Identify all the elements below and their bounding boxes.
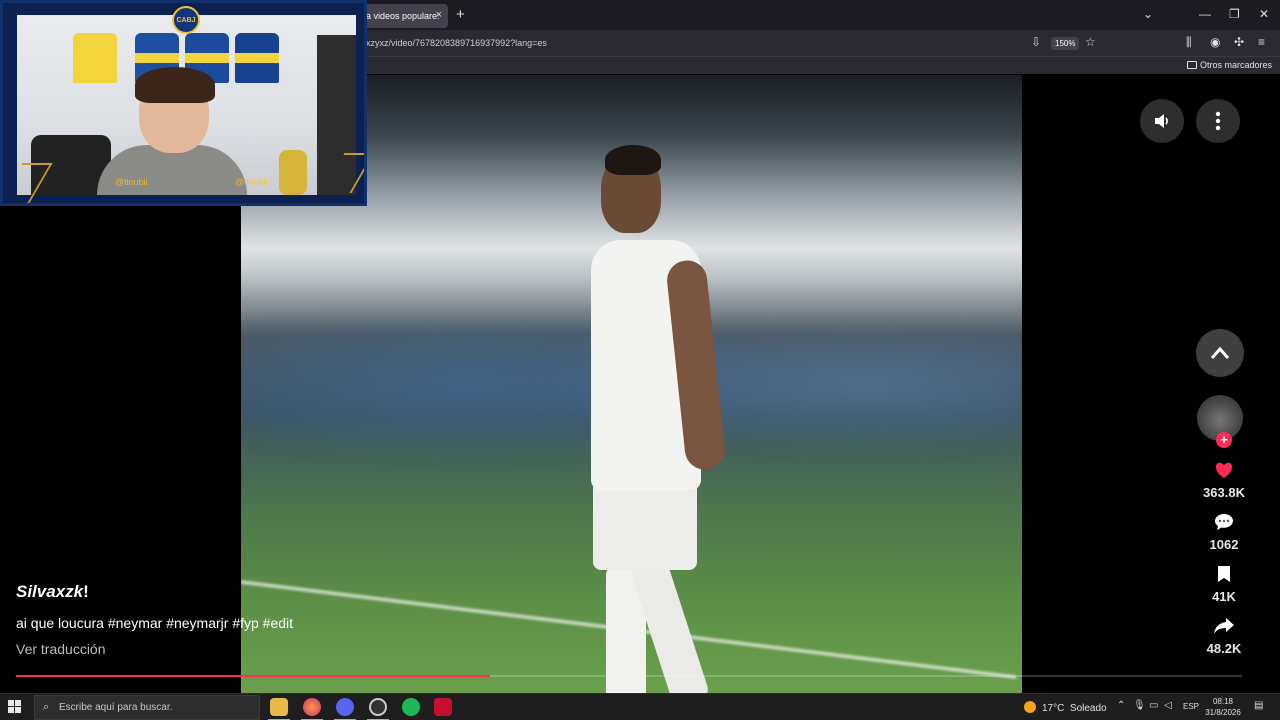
social-handle-tiktok: @tinubii xyxy=(235,177,268,187)
author-name[interactable]: Silvaxzk! xyxy=(16,582,89,602)
address-bar[interactable]: xzyxz/video/7678208389716937992?lang=es xyxy=(366,38,547,48)
system-clock[interactable]: 08:18 31/8/2026 xyxy=(1200,696,1246,718)
jersey-yellow xyxy=(73,33,117,83)
folder-icon xyxy=(1186,61,1197,69)
video-description: ai que loucura #neymar #neymarjr #fyp #e… xyxy=(16,615,294,631)
tray-chevron-up-icon[interactable]: ⌃ xyxy=(1117,700,1125,711)
previous-video-button[interactable] xyxy=(1196,329,1244,377)
minimize-button[interactable]: — xyxy=(1199,7,1211,21)
spotify-icon[interactable] xyxy=(402,698,420,716)
more-options-button[interactable] xyxy=(1196,99,1240,143)
video-progress-bar[interactable] xyxy=(16,675,1242,677)
tab-list-chevron-icon[interactable]: ⌄ xyxy=(1143,7,1153,21)
close-window-button[interactable]: ✕ xyxy=(1259,7,1269,21)
player-hair xyxy=(605,145,661,175)
like-action[interactable]: 363.8K xyxy=(1198,459,1250,500)
discord-icon[interactable] xyxy=(336,698,354,716)
screen: a videos populare: × + ⌄ — ❐ ✕ xzyxz/vid… xyxy=(0,0,1280,720)
taskbar-search-box[interactable]: ⌕ Escribe aquí para buscar. xyxy=(34,695,260,720)
webcam-bottle xyxy=(279,150,307,195)
windows-start-icon[interactable] xyxy=(8,700,22,714)
video-progress-fill xyxy=(16,675,491,677)
chevron-up-icon xyxy=(1210,346,1230,359)
jersey-blue-3 xyxy=(235,33,279,83)
author-username: Silvaxzk xyxy=(16,582,84,601)
firefox-icon[interactable] xyxy=(303,698,321,716)
network-icon[interactable]: ▭ xyxy=(1149,700,1158,711)
share-action[interactable]: 48.2K xyxy=(1198,615,1250,656)
weather-widget[interactable]: 17°C Soleado xyxy=(1024,701,1107,714)
share-count: 48.2K xyxy=(1206,641,1242,656)
webcam-overlay: CABJ @tinubii @tinubii xyxy=(0,0,367,206)
streamer-hair xyxy=(135,67,215,103)
save-page-icon[interactable]: ⇩ xyxy=(1031,35,1041,49)
new-tab-button[interactable]: + xyxy=(456,6,465,23)
share-icon xyxy=(1214,618,1234,634)
heart-icon xyxy=(1215,462,1233,478)
zoom-level-button[interactable]: 150% xyxy=(1051,37,1080,50)
comment-count: 1062 xyxy=(1209,537,1239,552)
account-icon[interactable]: ◉ xyxy=(1210,35,1220,49)
obs-icon[interactable] xyxy=(369,698,387,716)
bookmark-star-icon[interactable]: ☆ xyxy=(1085,35,1096,49)
tab-title: a videos populare: xyxy=(366,11,440,21)
save-action[interactable]: 41K xyxy=(1198,563,1250,604)
webcam-feed xyxy=(17,15,356,195)
other-bookmarks-folder[interactable]: Otros marcadores xyxy=(1186,60,1272,70)
restore-button[interactable]: ❐ xyxy=(1229,7,1240,21)
weather-temperature: 17°C xyxy=(1042,703,1065,714)
club-crest-logo: CABJ xyxy=(172,6,200,34)
volume-button[interactable] xyxy=(1140,99,1184,143)
search-placeholder: Escribe aquí para buscar. xyxy=(59,702,173,713)
comment-action[interactable]: 1062 xyxy=(1198,511,1250,552)
speaker-icon[interactable]: ◁ xyxy=(1164,700,1172,711)
sun-icon xyxy=(1024,701,1036,713)
follow-button[interactable]: + xyxy=(1216,432,1232,448)
weather-condition: Soleado xyxy=(1069,703,1107,714)
comment-icon xyxy=(1215,514,1233,530)
video-player-figure xyxy=(571,145,731,693)
see-translation-link[interactable]: Ver traducción xyxy=(16,641,106,657)
like-count: 363.8K xyxy=(1203,485,1245,500)
clock-time: 08:18 xyxy=(1212,697,1234,706)
volume-icon xyxy=(1155,114,1168,128)
tab-close-icon[interactable]: × xyxy=(436,9,442,21)
author-suffix: ! xyxy=(83,582,89,601)
language-indicator[interactable]: ESP xyxy=(1183,702,1199,711)
save-count: 41K xyxy=(1212,589,1236,604)
bookmark-folder-label: Otros marcadores xyxy=(1199,60,1272,70)
search-icon: ⌕ xyxy=(43,701,50,713)
library-icon[interactable]: ⫼ xyxy=(1186,35,1192,50)
menu-hamburger-icon[interactable]: ≡ xyxy=(1258,35,1265,49)
vertical-dots-icon xyxy=(1215,111,1221,131)
bookmark-icon xyxy=(1218,566,1230,582)
player-shorts xyxy=(593,480,697,570)
extensions-icon[interactable]: ✣ xyxy=(1234,35,1244,49)
notifications-icon[interactable]: ▤ xyxy=(1254,700,1263,711)
social-handle-instagram: @tinubii xyxy=(115,177,148,187)
file-explorer-icon[interactable] xyxy=(270,698,288,716)
windows-taskbar: ⌕ Escribe aquí para buscar. 17°C Soleado… xyxy=(0,693,1280,720)
voicemeeter-icon[interactable] xyxy=(434,698,452,716)
microphone-icon[interactable]: 🎙 xyxy=(1133,700,1146,711)
clock-date: 31/8/2026 xyxy=(1205,708,1241,717)
